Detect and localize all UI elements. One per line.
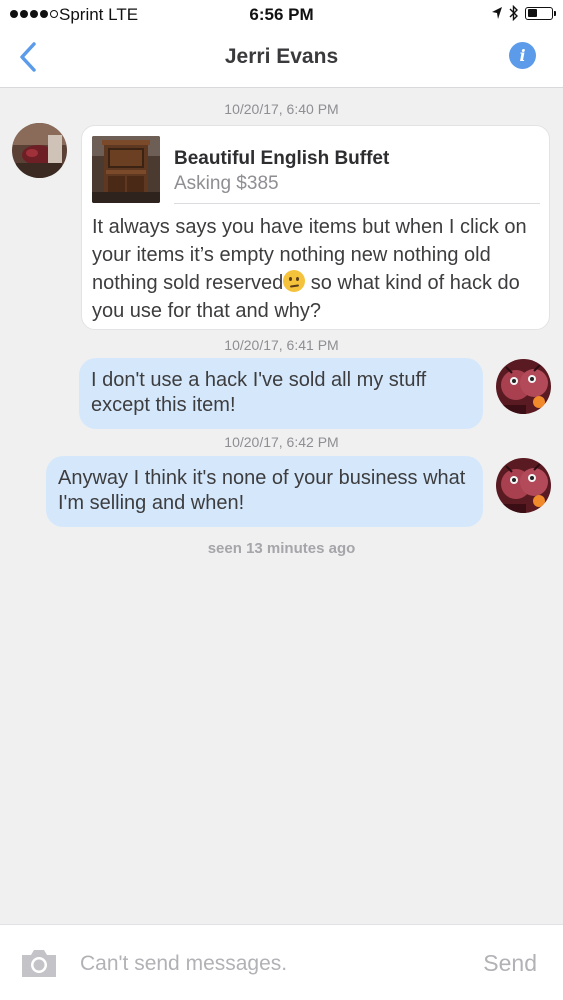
clock: 6:56 PM	[249, 5, 314, 24]
composer-bar: Can't send messages. Send	[0, 924, 563, 1000]
status-bar: Sprint LTE 6:56 PM	[0, 0, 563, 30]
send-button[interactable]: Send	[483, 950, 537, 977]
seen-status: seen 13 minutes ago	[207, 540, 356, 557]
user-avatar[interactable]	[496, 359, 551, 414]
contact-avatar[interactable]	[12, 123, 67, 178]
message-timestamp: 10/20/17, 6:40 PM	[224, 101, 339, 117]
received-message-card: Beautiful English Buffet Asking $385 It …	[81, 125, 550, 330]
bluetooth-icon	[509, 5, 518, 21]
message-text: It always says you have items but when I…	[92, 213, 541, 325]
item-title[interactable]: Beautiful English Buffet	[174, 148, 389, 170]
sent-message-bubble: Anyway I think it's none of your busines…	[46, 456, 483, 527]
item-price: Asking $385	[174, 173, 279, 194]
location-arrow-icon	[492, 7, 502, 19]
message-input[interactable]: Can't send messages.	[80, 952, 287, 976]
battery-icon	[525, 6, 556, 20]
camera-icon[interactable]	[19, 947, 59, 979]
message-timestamp: 10/20/17, 6:42 PM	[224, 434, 339, 450]
navigation-bar: Jerri Evans i	[0, 30, 563, 88]
divider	[174, 203, 540, 204]
item-thumbnail[interactable]	[92, 136, 160, 203]
info-icon[interactable]: i	[509, 42, 536, 69]
message-text: I don't use a hack I've sold all my stuf…	[91, 369, 427, 416]
conversation-title: Jerri Evans	[224, 45, 339, 68]
sent-message-bubble: I don't use a hack I've sold all my stuf…	[79, 358, 483, 429]
thinking-face-icon	[283, 270, 306, 292]
user-avatar[interactable]	[496, 458, 551, 513]
message-timestamp: 10/20/17, 6:41 PM	[224, 337, 339, 353]
message-text: Anyway I think it's none of your busines…	[58, 467, 466, 514]
